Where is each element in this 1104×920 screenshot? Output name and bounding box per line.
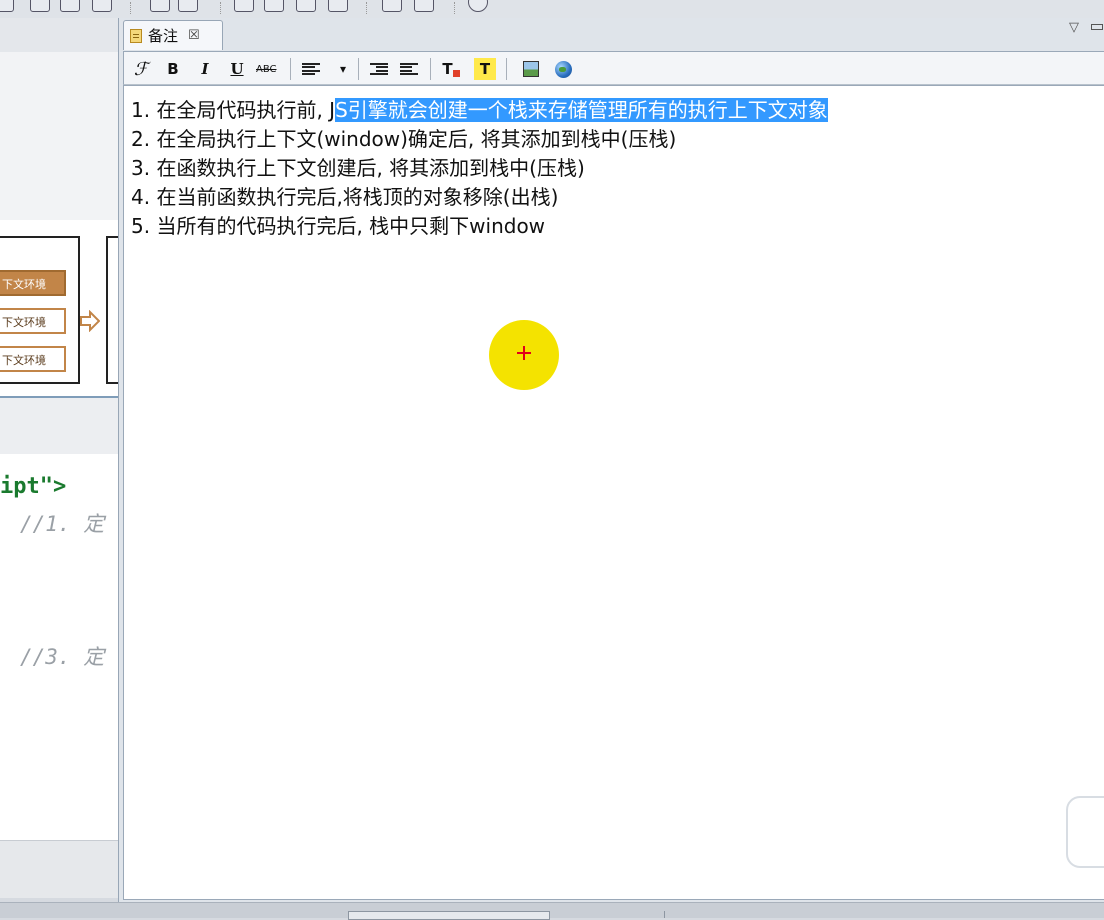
note-icon xyxy=(130,28,142,43)
text-color-label: T xyxy=(442,60,453,78)
toolbar-icon[interactable] xyxy=(234,0,254,12)
toolbar-icon[interactable] xyxy=(382,0,402,12)
toolbar-separator xyxy=(366,2,369,14)
toolbar-icon[interactable] xyxy=(30,0,50,12)
note-line-number: 4. xyxy=(131,185,151,209)
minimize-icon[interactable] xyxy=(1091,24,1103,30)
tab-notes-label: 备注 xyxy=(148,27,179,45)
note-line-text: 在当前函数执行完后,将栈顶的对象移除(出栈) xyxy=(150,185,559,209)
note-line-number: 1. xyxy=(131,98,151,122)
note-line-number: 5. xyxy=(131,214,151,238)
outdent-icon xyxy=(400,63,418,75)
toolbar-separator xyxy=(454,2,457,14)
note-line-number: 3. xyxy=(131,156,151,180)
status-bar xyxy=(0,902,1104,920)
toolbar-icon[interactable] xyxy=(414,0,434,12)
left-pane-gap xyxy=(0,398,118,454)
mouse-cursor-highlight xyxy=(489,320,559,390)
align-left-icon xyxy=(302,63,320,75)
toolbar-icon[interactable] xyxy=(150,0,170,12)
view-menu-icon[interactable]: ▽ xyxy=(1069,20,1079,35)
note-line-number: 2. xyxy=(131,127,151,151)
note-line-text: 在全局执行上下文(window)确定后, 将其添加到栈中(压栈) xyxy=(150,127,677,151)
toolbar-icon[interactable] xyxy=(92,0,112,12)
diagram-env-box: 下文环境 xyxy=(0,270,66,296)
tab-notes[interactable]: 备注 ☒ xyxy=(123,20,223,50)
app-toolbar xyxy=(0,0,1104,18)
toolbar-icon[interactable] xyxy=(296,0,316,12)
left-pane-blank xyxy=(0,52,118,222)
highlight-button[interactable]: T xyxy=(474,58,496,80)
code-comment: //1. 定 xyxy=(20,512,105,536)
toolbar-icon[interactable] xyxy=(178,0,198,12)
left-pane-footer xyxy=(0,840,118,898)
floating-widget[interactable] xyxy=(1066,796,1104,868)
code-script-tag-text: ipt"> xyxy=(0,474,67,499)
insert-link-button[interactable] xyxy=(554,58,572,80)
align-button[interactable] xyxy=(302,58,320,80)
diagram-arrow-icon xyxy=(80,310,100,332)
selected-text: S引擎就会创建一个栈来存储管理所有的执行上下文对象 xyxy=(335,98,828,122)
note-line-text: 在函数执行上下文创建后, 将其添加到栈中(压栈) xyxy=(150,156,585,180)
bold-button[interactable]: B xyxy=(164,58,182,80)
format-toolbar: ℱ B I U ABC ▾ T T xyxy=(123,51,1104,85)
toolbar-separator xyxy=(430,58,431,80)
indent-button[interactable] xyxy=(370,58,388,80)
toolbar-separator xyxy=(358,58,359,80)
toolbar-separator xyxy=(130,2,133,14)
close-icon[interactable]: ☒ xyxy=(188,28,200,43)
left-pane-header xyxy=(0,18,118,53)
settings-gear-icon[interactable] xyxy=(468,0,488,12)
code-script-tag: ipt"> xyxy=(0,474,66,499)
diagram-target-frame xyxy=(106,236,118,384)
italic-button[interactable]: I xyxy=(196,58,214,80)
outdent-button[interactable] xyxy=(400,58,418,80)
toolbar-separator xyxy=(220,2,223,14)
image-icon xyxy=(523,61,539,77)
notes-panel: 备注 ☒ ▽ ℱ B I U ABC ▾ T T 1. 在全局代码执行前, JS… xyxy=(118,18,1104,902)
diagram-env-box: 下文环境 xyxy=(0,308,66,334)
note-line-4: 4. 在当前函数执行完后,将栈顶的对象移除(出栈) xyxy=(131,181,558,210)
note-line-1: 1. 在全局代码执行前, JS引擎就会创建一个栈来存储管理所有的执行上下文对象 xyxy=(131,94,828,123)
left-editor-pane: 下文环境 下文环境 下文环境 ipt"> //1. 定 //3. 定 xyxy=(0,18,118,898)
note-line-2: 2. 在全局执行上下文(window)确定后, 将其添加到栈中(压栈) xyxy=(131,123,676,152)
execution-context-diagram: 下文环境 下文环境 下文环境 xyxy=(0,220,118,398)
toolbar-separator xyxy=(506,58,507,80)
indent-icon xyxy=(370,63,388,75)
note-line-text: 在全局代码执行前, J xyxy=(150,98,336,122)
toolbar-icon[interactable] xyxy=(0,0,14,12)
note-line-text: 当所有的代码执行完后, 栈中只剩下window xyxy=(150,214,546,238)
strikethrough-button[interactable]: ABC xyxy=(256,58,277,80)
toolbar-icon[interactable] xyxy=(264,0,284,12)
toolbar-icon[interactable] xyxy=(60,0,80,12)
text-color-button[interactable]: T xyxy=(442,58,460,80)
font-button[interactable]: ℱ xyxy=(132,58,150,80)
underline-button[interactable]: U xyxy=(228,58,246,80)
note-line-5: 5. 当所有的代码执行完后, 栈中只剩下window xyxy=(131,210,545,239)
notes-editor[interactable]: 1. 在全局代码执行前, JS引擎就会创建一个栈来存储管理所有的执行上下文对象 … xyxy=(123,85,1104,900)
diagram-stack-frame: 下文环境 下文环境 下文环境 xyxy=(0,236,80,384)
note-line-3: 3. 在函数执行上下文创建后, 将其添加到栈中(压栈) xyxy=(131,152,585,181)
globe-icon xyxy=(554,60,572,78)
align-dropdown-icon[interactable]: ▾ xyxy=(334,58,352,80)
status-field xyxy=(348,911,550,920)
toolbar-separator xyxy=(290,58,291,80)
color-swatch-icon xyxy=(452,69,460,77)
toolbar-icon[interactable] xyxy=(328,0,348,12)
code-editor[interactable]: ipt"> //1. 定 //3. 定 xyxy=(0,454,118,840)
insert-image-button[interactable] xyxy=(522,58,540,80)
code-comment: //3. 定 xyxy=(20,645,105,669)
diagram-env-box: 下文环境 xyxy=(0,346,66,372)
crosshair-cursor-icon xyxy=(517,346,531,360)
